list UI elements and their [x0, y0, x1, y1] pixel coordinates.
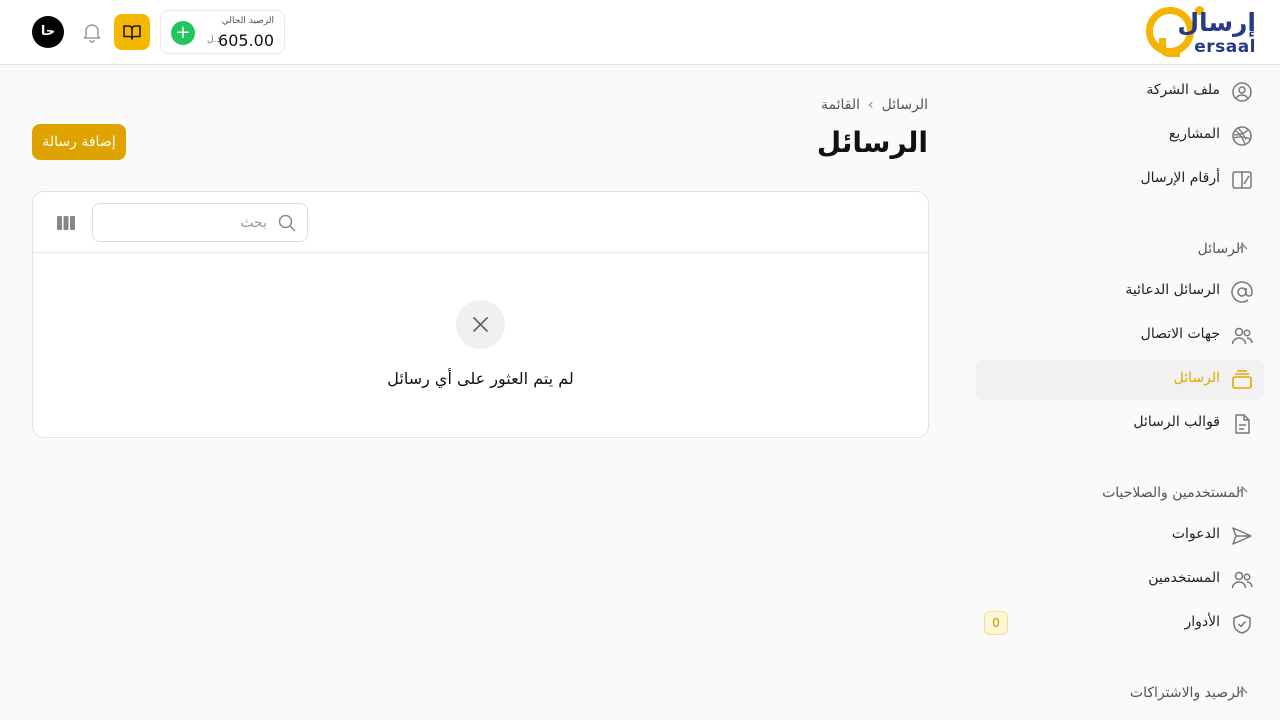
sidebar-item-promotional-messages[interactable]: الرسائل الدعائية — [976, 272, 1264, 312]
users-icon — [1231, 327, 1253, 345]
sidebar-item-messages[interactable]: الرسائل — [976, 360, 1264, 400]
chevron-up-icon[interactable] — [1236, 240, 1250, 254]
sidebar-item-label: الدعوات — [1171, 526, 1220, 542]
sidebar-item-label: جهات الاتصال — [1140, 326, 1220, 342]
sidebar-item-label: الأدوار — [1184, 614, 1220, 630]
page-title: الرسائل — [816, 126, 928, 159]
sidebar-item-label: المشاريع — [1168, 126, 1220, 142]
sidebar-item-sender-numbers[interactable]: أرقام الإرسال — [976, 160, 1264, 200]
sidebar-item-projects[interactable]: المشاريع — [976, 116, 1264, 156]
sidebar-item-label: ملف الشركة — [1146, 82, 1220, 98]
logo-text-arabic: إرسال — [1177, 8, 1256, 37]
sidebar-item-label: الرسائل الدعائية — [1125, 282, 1220, 298]
messages-table-card: لم يتم العثور على أي رسائل — [32, 191, 929, 438]
book-open-icon — [123, 25, 141, 40]
logo-text-english: ersaal — [1194, 37, 1256, 57]
add-message-button[interactable]: إضافة رسالة — [32, 124, 126, 160]
search-field[interactable] — [92, 203, 308, 242]
dribbble-icon — [1232, 126, 1252, 146]
top-header: إرسال ersaal + الرصيد الحالي 605.00 د.ل … — [0, 0, 1280, 65]
table-toolbar — [33, 192, 928, 253]
columns-toggle-icon[interactable] — [56, 214, 76, 232]
at-sign-icon — [1231, 281, 1253, 303]
sidebar: ملف الشركة المشاريع أرقام الإرسال الرسائ… — [960, 65, 1280, 720]
file-text-icon — [1235, 414, 1250, 434]
user-circle-icon — [1232, 82, 1252, 102]
close-x-icon — [473, 317, 488, 332]
shield-check-icon — [1233, 614, 1251, 634]
sidebar-item-label: المستخدمين — [1148, 570, 1220, 586]
sidebar-item-invitations[interactable]: الدعوات — [976, 516, 1264, 556]
users-icon — [1231, 571, 1253, 589]
balance-currency: د.ل — [207, 35, 221, 45]
search-input[interactable] — [103, 212, 267, 234]
roles-count-badge: 0 — [984, 611, 1008, 635]
chevron-up-icon[interactable] — [1236, 483, 1250, 497]
section-title-balance-subscriptions: الرصيد والاشتراكات — [1129, 685, 1244, 701]
balance-widget: + الرصيد الحالي 605.00 د.ل — [160, 10, 285, 54]
sidebar-item-label: قوالب الرسائل — [1133, 414, 1220, 430]
add-balance-button[interactable]: + — [171, 21, 195, 45]
balance-label: الرصيد الحالي — [221, 16, 274, 26]
section-title-users-permissions: المستخدمين والصلاحيات — [1102, 485, 1244, 501]
sidebar-item-company-profile[interactable]: ملف الشركة — [976, 72, 1264, 112]
sidebar-item-users[interactable]: المستخدمين — [976, 560, 1264, 600]
bell-icon — [83, 24, 101, 43]
notifications-button[interactable] — [80, 20, 104, 44]
user-avatar[interactable]: حا — [32, 16, 64, 48]
send-icon — [1232, 527, 1252, 545]
breadcrumb-item-messages[interactable]: الرسائل — [882, 97, 928, 113]
inbox-stack-icon — [1232, 370, 1252, 389]
search-icon — [278, 214, 296, 232]
sidebar-item-message-templates[interactable]: قوالب الرسائل — [976, 404, 1264, 444]
sidebar-item-label: الرسائل — [1173, 370, 1220, 386]
ersaal-logo[interactable]: إرسال ersaal — [1144, 6, 1256, 58]
balance-value: 605.00 — [218, 31, 274, 50]
docs-button[interactable] — [114, 14, 150, 50]
sidebar-item-label: أرقام الإرسال — [1140, 170, 1220, 186]
breadcrumb-item-list: القائمة — [821, 97, 861, 113]
sidebar-item-roles[interactable]: الأدوار 0 — [976, 604, 1264, 644]
empty-state-badge — [456, 300, 505, 349]
chevron-up-icon[interactable] — [1236, 684, 1250, 698]
breadcrumb: الرسائل › القائمة — [821, 97, 928, 113]
empty-state-message: لم يتم العثور على أي رسائل — [387, 369, 574, 388]
sender-numbers-icon — [1232, 171, 1252, 189]
chevron-left-icon: › — [868, 97, 874, 113]
sidebar-item-contacts[interactable]: جهات الاتصال — [976, 316, 1264, 356]
